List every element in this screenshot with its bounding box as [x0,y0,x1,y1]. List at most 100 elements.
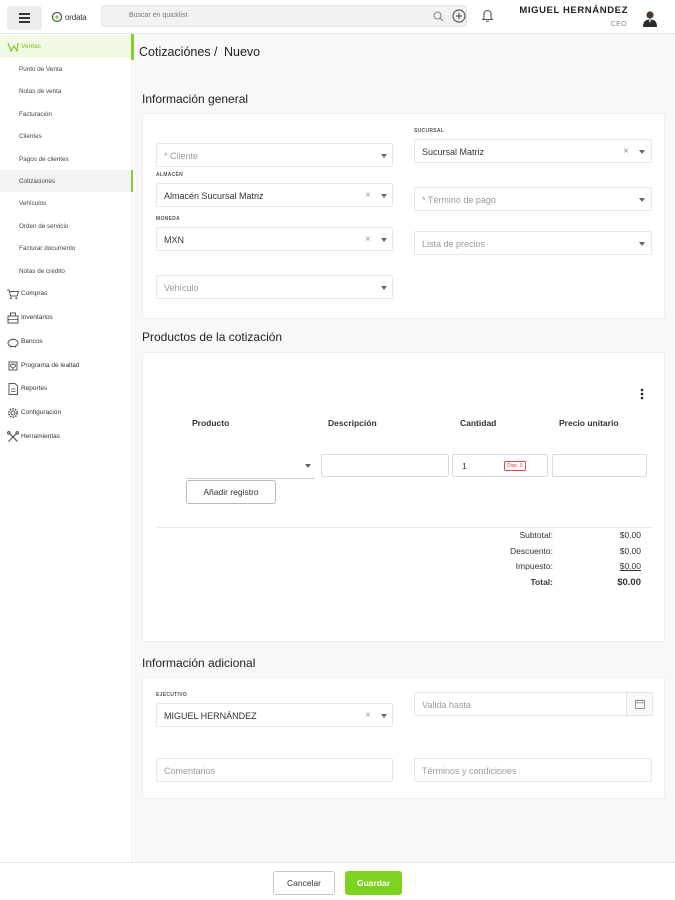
breadcrumb-section[interactable]: Cotizaciónes / [139,45,218,59]
tax-value: $0.00 [619,561,641,571]
quantity-input[interactable]: 1 Disp. 0 [452,454,548,477]
sucursal-select[interactable]: Sucursal Matriz × [414,139,652,163]
products-title: Productos de la cotización [142,330,283,344]
logo[interactable]: ordata [51,10,87,24]
product-select[interactable] [186,454,315,477]
cliente-select[interactable]: * Cliente [156,143,393,167]
almacen-label: ALMACÉN [156,172,184,178]
sidebar-subitem-punto-de-venta[interactable]: Punto de Venta [0,58,133,80]
search-input[interactable]: Buscar en quicklist [129,12,187,19]
chevron-down-icon [639,198,645,202]
menu-icon[interactable] [7,6,42,30]
save-button[interactable]: Guardar [345,871,402,895]
discount-label: Descuento: [510,546,553,556]
sidebar-subitem-notas-de-credito[interactable]: Notas de crédito [0,260,133,282]
divider [156,527,653,528]
subtotal-label: Subtotal: [519,530,553,540]
sidebar-subitem-pagos-de-clientes[interactable]: Pagos de clientes [0,148,133,170]
more-vertical-icon[interactable] [640,388,644,400]
almacen-select[interactable]: Almacén Sucursal Matriz × [156,183,393,207]
sidebar-item-inventarios[interactable]: Inventarios [0,306,133,329]
sucursal-label: SUCURSAL [414,128,445,134]
sidebar-item-label: Compras [21,290,48,297]
valida-hasta-field[interactable]: Valida hasta [414,692,653,716]
moneda-label: MONEDA [156,216,181,222]
inventory-icon [7,312,19,323]
search-icon[interactable] [433,11,444,22]
calendar-icon [635,699,645,709]
ejecutivo-select[interactable]: MIGUEL HERNÁNDEZ × [156,703,393,727]
add-row-button[interactable]: Añadir registro [186,480,276,504]
clear-icon[interactable]: × [365,190,371,201]
sidebar-item-label: Configuración [21,409,62,416]
ejecutivo-label: EJECUTIVO [156,692,188,698]
column-header-descripcion: Descripción [328,418,377,428]
sidebar-subitem-vehiculos[interactable]: Vehículos [0,192,133,214]
moneda-value: MXN [164,235,184,245]
chevron-down-icon [639,150,645,154]
logo-text: ordata [65,12,87,22]
valida-hasta-placeholder: Valida hasta [422,700,471,710]
termino-placeholder: * Término de pago [422,195,496,205]
clear-icon[interactable]: × [365,234,371,245]
cancel-button[interactable]: Cancelar [273,871,335,895]
sidebar-item-bancos[interactable]: Bancos [0,330,133,353]
sidebar: Ventas Punto de Venta Notas de venta Fac… [0,34,133,862]
calendar-button[interactable] [626,692,653,716]
user-name[interactable]: MIGUEL HERNÁNDEZ [519,5,628,16]
bell-icon[interactable] [481,9,494,23]
comentarios-field[interactable]: Comentarios [156,758,393,782]
piggy-bank-icon [7,338,19,347]
quantity-value: 1 [462,461,467,471]
clear-icon[interactable]: × [365,710,371,721]
sidebar-item-label: Reportes [21,385,48,392]
chevron-down-icon [305,464,311,468]
sales-icon [7,42,19,53]
product-select-underline [186,478,315,479]
column-header-precio-unitario: Precio unitario [559,418,619,428]
sidebar-item-label: Bancos [21,338,43,345]
sidebar-item-herramientas[interactable]: Herramientas [0,425,133,448]
sidebar-subitem-orden-de-servicio[interactable]: Orden de servicio [0,215,133,237]
sidebar-item-programa-de-lealtad[interactable]: Programa de lealtad [0,354,133,377]
products-card: Producto Descripción Cantidad Precio uni… [142,352,665,642]
additional-info-title: Información adicional [142,656,256,670]
sidebar-item-configuracion[interactable]: Configuración [0,401,133,424]
breadcrumb: Cotizaciónes / Nuevo [139,45,260,59]
lista-placeholder: Lista de precios [422,239,486,249]
termino-pago-select[interactable]: * Término de pago [414,187,652,211]
search-bar[interactable]: Buscar en quicklist [101,5,467,27]
moneda-select[interactable]: MXN × [156,227,393,251]
chevron-down-icon [381,714,387,718]
lista-precios-select[interactable]: Lista de precios [414,231,652,255]
terminos-placeholder: Términos y condiciones [422,766,517,776]
top-bar: ordata Buscar en quicklist MIGUEL HERNÁN… [0,0,675,34]
sidebar-item-ventas[interactable]: Ventas [0,35,133,58]
active-accent-bar [131,34,134,60]
cliente-placeholder: * Cliente [164,151,199,161]
clear-icon[interactable]: × [623,146,629,157]
sidebar-item-label: Herramientas [21,433,61,440]
sidebar-subitem-cotizaciones[interactable]: Cotizaciones [0,170,133,192]
user-role: CEO [610,21,627,28]
sidebar-subitem-facturacion[interactable]: Facturación [0,103,133,125]
unit-price-input[interactable] [552,454,647,477]
general-info-card: * Cliente SUCURSAL Sucursal Matriz × ALM… [142,113,665,319]
sidebar-item-label: Ventas [21,43,41,50]
vehiculo-select[interactable]: Vehículo [156,275,393,299]
sidebar-item-compras[interactable]: Compras [0,282,133,305]
add-circle-icon[interactable] [452,9,466,23]
footer-bar: Cancelar Guardar [0,862,675,900]
avatar[interactable] [641,9,659,27]
discount-value: $0.00 [619,546,641,556]
description-input[interactable] [321,454,449,477]
additional-info-card: EJECUTIVO MIGUEL HERNÁNDEZ × Valida hast… [142,677,665,799]
terminos-field[interactable]: Términos y condiciones [414,758,652,782]
sidebar-subitem-clientes[interactable]: Clientes [0,125,133,147]
sidebar-subitem-notas-de-venta[interactable]: Notas de venta [0,80,133,102]
sidebar-item-reportes[interactable]: Reportes [0,377,133,400]
sidebar-subitem-facturar-documento[interactable]: Facturar documento [0,237,133,259]
ejecutivo-value: MIGUEL HERNÁNDEZ [164,711,257,721]
breadcrumb-current: Nuevo [224,45,261,59]
total-value: $0.00 [617,577,641,588]
